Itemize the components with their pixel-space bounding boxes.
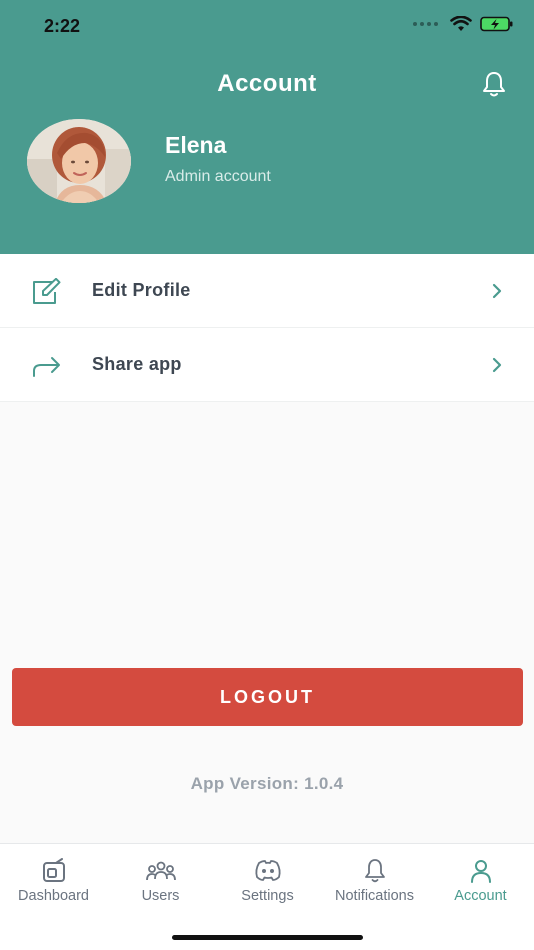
tab-notifications[interactable]: Notifications [321,844,428,914]
battery-charging-icon [480,16,513,32]
status-time: 2:22 [44,16,81,36]
menu-item-label: Edit Profile [92,280,191,300]
home-indicator [172,935,363,940]
tab-label: Settings [241,888,294,904]
chevron-right-icon [492,283,502,299]
wifi-icon [450,16,472,31]
discord-icon [254,860,281,881]
tab-label: Users [141,888,180,904]
tab-account[interactable]: Account [427,844,534,914]
status-icons [413,16,514,32]
tab-label: Dashboard [18,888,89,904]
tab-users[interactable]: Users [107,844,214,914]
app-version: App Version: 1.0.4 [190,774,344,793]
menu-item-label: Share app [92,354,182,374]
signal-dots-icon [413,22,438,26]
profile-role: Admin account [165,168,271,185]
menu-item-share-app[interactable]: Share app [0,328,534,402]
avatar[interactable] [27,119,131,203]
tab-label: Notifications [335,888,414,904]
account-menu: Edit Profile Share app [0,254,534,402]
bell-icon[interactable] [481,70,507,98]
tab-label: Account [454,888,507,904]
menu-item-edit-profile[interactable]: Edit Profile [0,254,534,328]
chevron-right-icon [492,357,502,373]
tab-settings[interactable]: Settings [214,844,321,914]
users-icon [145,861,176,881]
avatar-photo [27,119,131,203]
page-title: Account [217,70,317,97]
tab-bar: Dashboard Users Settings Notifications A… [0,843,534,950]
account-header: 2:22 Account Elena Admin account [0,0,534,254]
bell-icon [364,859,385,883]
profile-name: Elena [165,132,227,158]
logout-button[interactable]: LOGOUT [12,668,523,726]
tab-dashboard[interactable]: Dashboard [0,844,107,914]
dashboard-icon [42,858,65,882]
edit-icon [33,278,61,304]
person-icon [470,860,491,883]
status-bar: 2:22 [0,0,534,54]
share-icon [33,357,60,377]
